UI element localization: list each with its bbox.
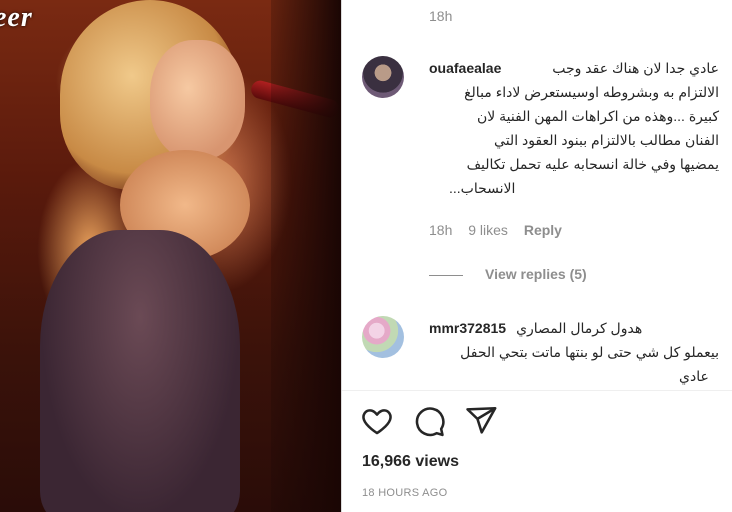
comment-text-line: الالتزام به وبشروطه اوسيستعرض لاداء مبال… bbox=[464, 84, 719, 100]
comment-first-line: ouafaealae عادي جدا لان هناك عقد وجب bbox=[429, 56, 719, 80]
action-bar bbox=[360, 404, 498, 438]
caption-timestamp: 18h bbox=[429, 8, 453, 24]
view-replies-button[interactable]: View replies (5) bbox=[429, 266, 587, 282]
comment-first-line: mmr372815 هدول كرمال المصاري bbox=[429, 316, 719, 340]
video-frame-face bbox=[150, 40, 245, 160]
comment-body: بيعملو كل شي حتى لو بنتها ماتت بتحي الحف… bbox=[429, 340, 719, 388]
comment: ouafaealae عادي جدا لان هناك عقد وجب الا… bbox=[429, 56, 719, 200]
video-frame-dress bbox=[40, 230, 240, 512]
heart-icon[interactable] bbox=[360, 404, 394, 438]
actions-divider bbox=[342, 390, 732, 391]
video-player[interactable]: eer bbox=[0, 0, 341, 512]
video-watermark: eer bbox=[0, 2, 33, 33]
comment: mmr372815 هدول كرمال المصاري بيعملو كل ش… bbox=[429, 316, 719, 388]
comment-text-line: الفنان مطالب بالالتزام ببنود العقود التي bbox=[494, 132, 719, 148]
comment-text-line: بيعملو كل شي حتى لو بنتها ماتت بتحي الحف… bbox=[460, 344, 719, 360]
comment-text-line: الانسحاب... bbox=[449, 180, 516, 196]
instagram-post: eer 18h ouafaealae عادي جدا لان هناك عقد… bbox=[0, 0, 732, 512]
paper-plane-icon[interactable] bbox=[464, 404, 498, 438]
comment-text-line: كبيرة ...وهذه من اكراهات المهن الفنية لا… bbox=[477, 108, 719, 124]
comment-time[interactable]: 18h bbox=[429, 222, 452, 238]
comment-username[interactable]: mmr372815 bbox=[429, 316, 506, 340]
comment-text-line: يمضيها وفي خالة انسحابه عليه تحمل تكاليف bbox=[466, 156, 719, 172]
video-frame-background bbox=[271, 0, 341, 512]
comment-text-line: عادي جدا لان هناك عقد وجب bbox=[552, 60, 719, 76]
view-replies-dash bbox=[429, 274, 463, 276]
comments-pane: 18h ouafaealae عادي جدا لان هناك عقد وجب… bbox=[342, 0, 732, 512]
comment-username[interactable]: ouafaealae bbox=[429, 56, 501, 80]
comment-body: الالتزام به وبشروطه اوسيستعرض لاداء مبال… bbox=[429, 80, 719, 200]
comment-icon[interactable] bbox=[412, 404, 446, 438]
comment-meta: 18h 9 likes Reply bbox=[429, 222, 574, 238]
avatar[interactable] bbox=[362, 316, 404, 358]
views-count[interactable]: 16,966 views bbox=[362, 453, 459, 471]
avatar[interactable] bbox=[362, 56, 404, 98]
reply-button[interactable]: Reply bbox=[524, 222, 562, 238]
view-replies-label: View replies (5) bbox=[485, 266, 587, 282]
comment-text-line: هدول كرمال المصاري bbox=[516, 320, 643, 336]
comment-likes[interactable]: 9 likes bbox=[468, 222, 508, 238]
comment-text-line: عادي bbox=[679, 368, 709, 384]
post-time[interactable]: 18 HOURS AGO bbox=[362, 487, 448, 499]
